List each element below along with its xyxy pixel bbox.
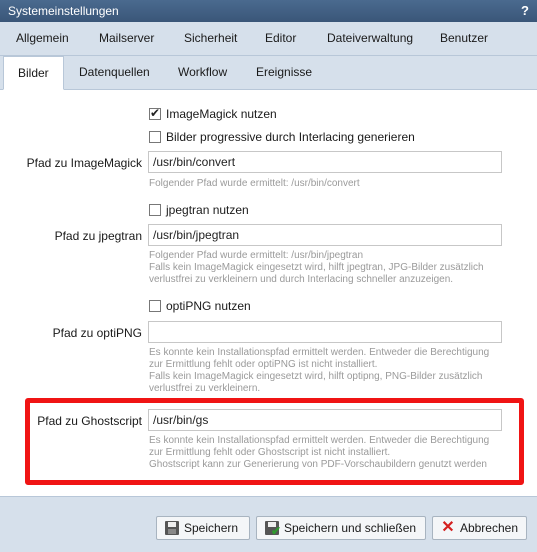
save-check-icon <box>265 521 281 538</box>
optipng-hint-line-4: verlustfrei zu verkleinern. <box>149 383 261 394</box>
tab-workflow[interactable]: Workflow <box>178 65 227 79</box>
tab-row-2: Bilder Datenquellen Workflow Ereignisse <box>0 56 537 90</box>
tab-editor[interactable]: Editor <box>265 31 296 45</box>
tab-mailserver[interactable]: Mailserver <box>99 31 154 45</box>
window-titlebar: Systemeinstellungen ? <box>0 0 537 22</box>
optipng-hint-line-3: Falls kein ImageMagick eingesetzt wird, … <box>149 371 483 382</box>
cancel-button[interactable]: ✕ Abbrechen <box>432 516 527 540</box>
jpegtran-path-input[interactable] <box>148 224 502 246</box>
optipng-checkbox[interactable] <box>149 300 161 312</box>
optipng-path-input[interactable] <box>148 321 502 343</box>
optipng-hint-line-2: zur Ermittlung fehlt oder optiPNG ist ni… <box>149 359 378 370</box>
imagemagick-path-label: Pfad zu ImageMagick <box>26 156 142 170</box>
jpegtran-path-label: Pfad zu jpegtran <box>54 229 142 243</box>
imagemagick-checkbox[interactable] <box>149 106 161 120</box>
save-close-button-label: Speichern und schließen <box>284 521 417 535</box>
save-disk-icon <box>165 521 179 535</box>
optipng-path-label: Pfad zu optiPNG <box>52 326 142 340</box>
progressive-checkbox[interactable] <box>149 131 161 143</box>
cancel-button-label: Abbrechen <box>459 521 518 535</box>
save-close-button[interactable]: Speichern und schließen <box>256 516 426 540</box>
save-button[interactable]: Speichern <box>156 516 250 540</box>
progressive-checkbox-label: Bilder progressive durch Interlacing gen… <box>166 130 415 144</box>
dialog-footer: Speichern Speichern und schließen ✕ Abbr… <box>0 496 537 552</box>
tab-datenquellen[interactable]: Datenquellen <box>79 65 150 79</box>
imagemagick-checkbox-label: ImageMagick nutzen <box>166 107 277 121</box>
jpegtran-hint-line-2: Falls kein ImageMagick eingesetzt wird, … <box>149 262 484 273</box>
imagemagick-path-hint: Folgender Pfad wurde ermittelt: /usr/bin… <box>149 178 360 189</box>
close-x-icon: ✕ <box>441 519 455 536</box>
tab-row-1: Allgemein Mailserver Sicherheit Editor D… <box>0 22 537 56</box>
optipng-hint-line-1: Es konnte kein Installationspfad ermitte… <box>149 347 490 358</box>
tab-sicherheit[interactable]: Sicherheit <box>184 31 237 45</box>
jpegtran-hint-line-3: verlustfrei zu verkleinern und durch Int… <box>149 274 454 285</box>
save-button-label: Speichern <box>184 521 239 535</box>
tab-bilder[interactable]: Bilder <box>3 56 64 90</box>
jpegtran-hint-line-1: Folgender Pfad wurde ermittelt: /usr/bin… <box>149 250 363 261</box>
ghostscript-highlight-box <box>25 398 524 485</box>
tab-dateiverwaltung[interactable]: Dateiverwaltung <box>327 31 413 45</box>
jpegtran-checkbox[interactable] <box>149 204 161 216</box>
optipng-checkbox-label: optiPNG nutzen <box>166 299 251 313</box>
tab-benutzer[interactable]: Benutzer <box>440 31 488 45</box>
tab-allgemein[interactable]: Allgemein <box>16 31 69 45</box>
help-icon[interactable]: ? <box>521 3 529 18</box>
tab-ereignisse[interactable]: Ereignisse <box>256 65 312 79</box>
window-title: Systemeinstellungen <box>8 4 119 18</box>
jpegtran-checkbox-label: jpegtran nutzen <box>166 203 249 217</box>
imagemagick-path-input[interactable] <box>148 151 502 173</box>
